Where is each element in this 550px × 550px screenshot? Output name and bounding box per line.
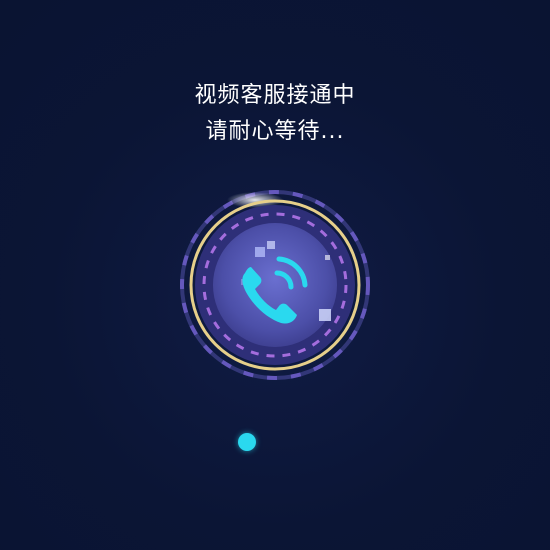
pixel-square xyxy=(267,241,275,249)
call-status-subtitle: 请耐心等待... xyxy=(205,119,345,144)
pixel-square xyxy=(255,247,265,257)
video-call-waiting-screen: 视频客服接通中 请耐心等待... xyxy=(0,0,550,550)
loading-dot xyxy=(238,433,256,451)
pixel-square xyxy=(319,309,331,321)
call-emblem-graphic xyxy=(180,190,370,380)
call-status-title: 视频客服接通中 xyxy=(194,83,356,108)
call-connecting-emblem xyxy=(175,185,375,385)
pixel-square xyxy=(325,255,330,260)
